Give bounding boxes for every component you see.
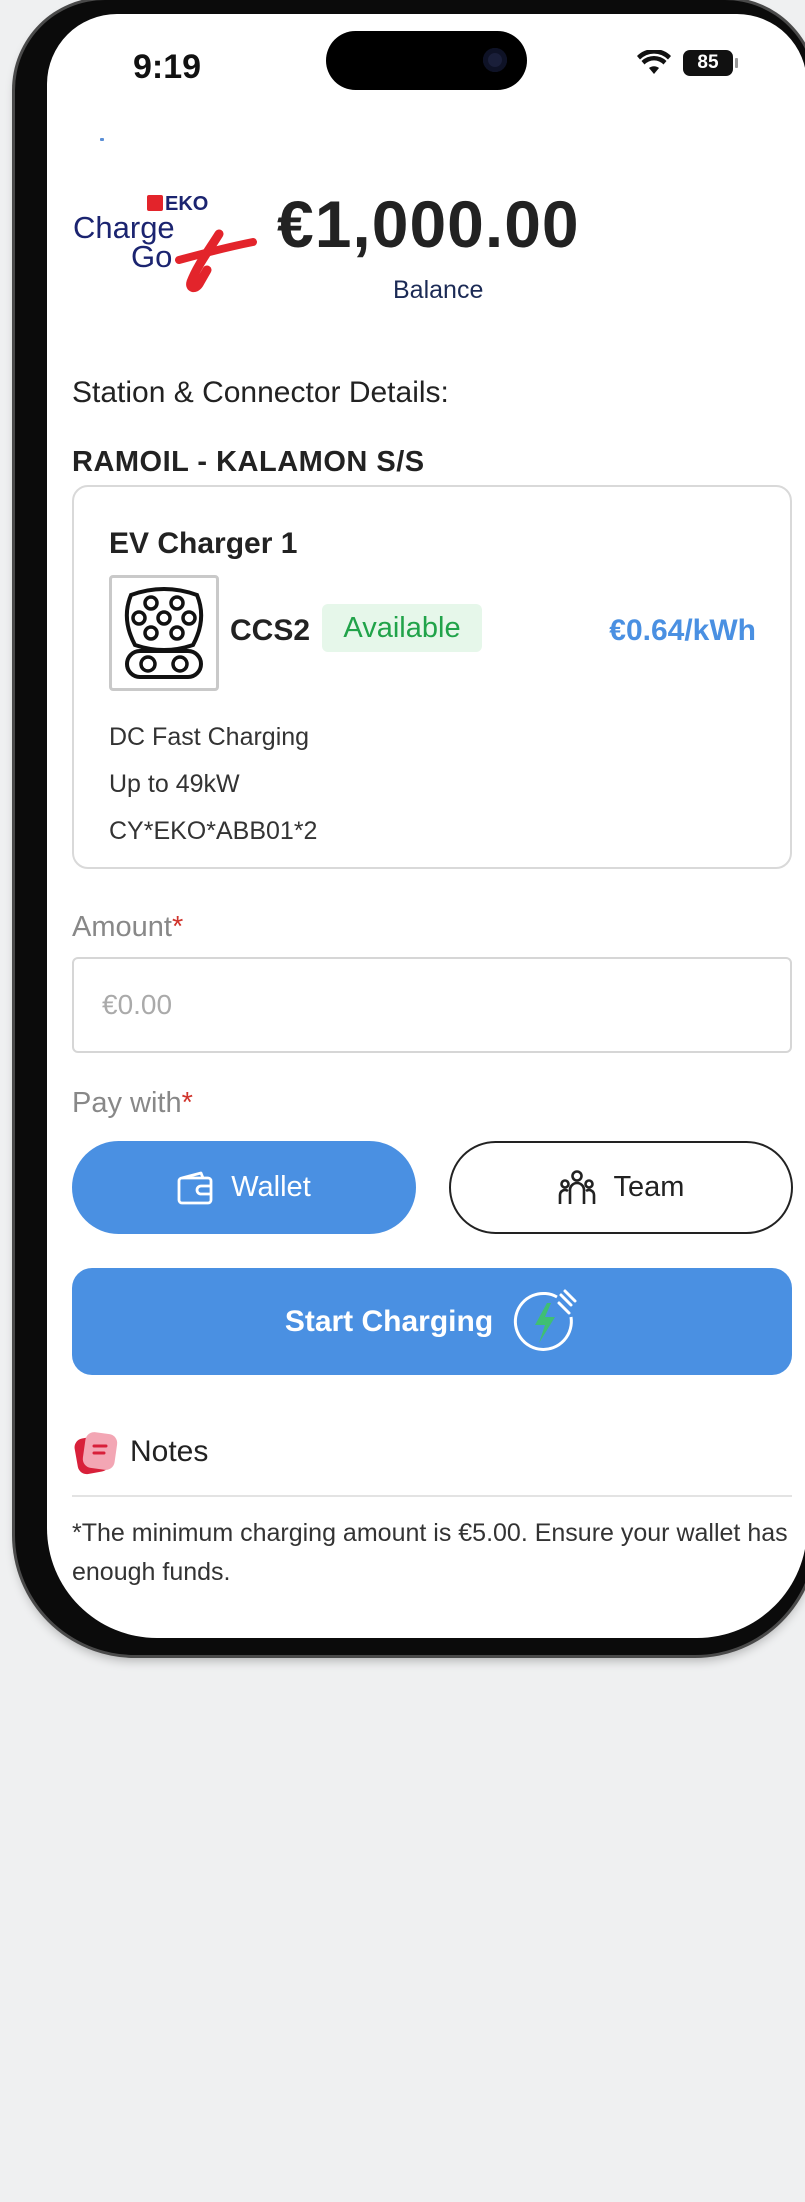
phone-frame: 9:19 85 EKO Charge Go €1,000.00 Balance … <box>15 0 805 1655</box>
station-name: RAMOIL - KALAMON S/S <box>72 446 425 478</box>
pay-wallet-button[interactable]: Wallet <box>72 1141 416 1234</box>
amount-input[interactable] <box>72 957 792 1053</box>
charger-title: EV Charger 1 <box>109 527 298 560</box>
connector-icon-box <box>109 575 219 691</box>
pay-with-label-text: Pay with <box>72 1087 182 1119</box>
status-badge: Available <box>322 604 482 652</box>
price-per-kwh: €0.64/kWh <box>609 614 756 647</box>
max-power: Up to 49kW <box>109 770 240 798</box>
notes-header: Notes <box>72 1429 208 1475</box>
notes-divider <box>72 1495 792 1497</box>
start-charging-button[interactable]: Start Charging <box>72 1268 792 1375</box>
charger-card[interactable]: EV Charger 1 CCS2 Available €0.64/kWh DC… <box>72 485 792 869</box>
wifi-icon <box>637 50 671 74</box>
start-charging-label: Start Charging <box>284 1304 494 1338</box>
balance-label: Balance <box>393 276 484 304</box>
pay-team-button[interactable]: Team <box>449 1141 793 1234</box>
logo-line2-text: Go <box>131 239 172 274</box>
pay-with-label: Pay with* <box>72 1087 193 1120</box>
scroll-indicator <box>100 138 104 141</box>
app-screen: 9:19 85 EKO Charge Go €1,000.00 Balance … <box>47 14 805 1638</box>
notes-icon <box>74 1432 118 1475</box>
wallet-label: Wallet <box>231 1171 311 1203</box>
notes-title: Notes <box>130 1435 209 1468</box>
battery-indicator: 85 <box>683 50 738 76</box>
ccs2-plug-icon <box>124 587 204 679</box>
team-icon <box>558 1169 595 1204</box>
amount-label: Amount* <box>72 911 183 944</box>
connector-type: CCS2 <box>230 614 311 647</box>
charging-bolt-icon <box>514 1289 577 1351</box>
camera-icon <box>483 48 507 72</box>
status-time: 9:19 <box>133 48 202 86</box>
required-mark: * <box>181 1087 193 1119</box>
team-label: Team <box>613 1171 685 1203</box>
dynamic-island <box>326 31 527 90</box>
eko-chargego-logo: EKO Charge Go <box>71 192 271 302</box>
wallet-icon <box>177 1171 213 1204</box>
charging-type: DC Fast Charging <box>109 723 310 751</box>
notes-text: *The minimum charging amount is €5.00. E… <box>72 1519 788 1586</box>
amount-label-text: Amount <box>72 911 172 943</box>
required-mark: * <box>171 911 184 943</box>
balance-amount: €1,000.00 <box>277 187 580 261</box>
connector-id: CY*EKO*ABB01*2 <box>109 817 318 845</box>
section-title: Station & Connector Details: <box>72 376 449 409</box>
status-icons: 85 <box>637 50 738 76</box>
